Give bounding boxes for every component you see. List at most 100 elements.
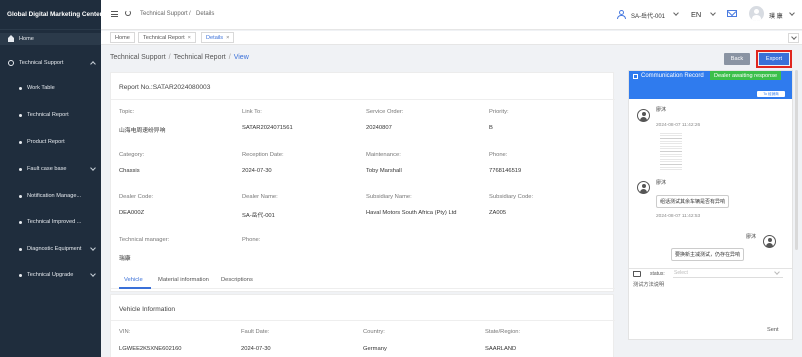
tab-technical-report[interactable]: Technical Report × [138, 32, 196, 43]
report-number: Report No.:SATAR2024080003 [119, 84, 211, 91]
field-label-maintenance: Maintenance: [366, 152, 401, 158]
avatar [637, 181, 650, 194]
chevron-down-icon[interactable] [710, 10, 716, 16]
field-label-fault-date: Fault Date: [241, 329, 270, 335]
close-icon[interactable]: × [226, 35, 229, 41]
menu-toggle-icon[interactable] [111, 11, 118, 17]
field-value-fault-date: 2024-07-30 [241, 346, 271, 352]
field-label-state-region: State/Region: [485, 329, 521, 335]
avatar [763, 235, 776, 248]
sidebar-item-technical-upgrade[interactable]: Technical Upgrade [0, 269, 101, 281]
chevron-down-icon[interactable] [789, 10, 795, 16]
sidebar: Global Digital Marketing Center Home Tec… [0, 0, 102, 357]
subtab-vehicle[interactable]: Vehicle [124, 277, 143, 283]
field-value-country: Germany [363, 346, 387, 352]
sidebar-item-label: Technical Upgrade [27, 272, 74, 278]
chevron-down-icon[interactable] [673, 10, 679, 16]
field-value-technical-manager: 瑞康 [119, 256, 131, 262]
folder-icon[interactable] [633, 271, 641, 277]
field-value-subsidiary-code: ZA005 [489, 210, 507, 216]
report-card: Report No.:SATAR2024080003 Topic: 山海电周速纷… [110, 72, 615, 292]
language-select[interactable]: EN [691, 10, 701, 19]
field-value-topic: 山海电周速纷异响 [119, 128, 166, 134]
document-attachment-thumbnail[interactable] [660, 131, 682, 171]
export-button[interactable]: Export [759, 53, 789, 65]
sidebar-item-label: Technical Support [19, 60, 64, 66]
field-label-reception-date: Reception Date: [242, 152, 284, 158]
divider [111, 99, 615, 100]
chevron-up-icon [90, 61, 96, 67]
sidebar-item-label: Diagnostic Equipment [27, 246, 82, 252]
breadcrumb-technical-report[interactable]: Technical Report [174, 54, 226, 61]
field-value-dealer-name: SA-岳代-001 [242, 213, 275, 219]
username[interactable]: 璞 康 [769, 11, 783, 20]
breadcrumb-sep: / [228, 54, 231, 61]
breadcrumb-technical-support[interactable]: Technical Support [110, 54, 166, 61]
field-label-service-order: Service Order: [366, 109, 404, 115]
field-label-dealer-name: Dealer Name: [242, 194, 278, 200]
field-label-technical-manager: Technical manager: [119, 237, 170, 243]
field-label-manager-phone: Phone: [242, 237, 261, 243]
close-icon[interactable]: × [188, 35, 191, 41]
sidebar-item-technical-support[interactable]: Technical Support [0, 57, 101, 69]
user-code[interactable]: SA-岳代-001 [631, 11, 665, 20]
divider [111, 320, 615, 321]
message-bubble: 组话测试其余车辆是否有异响 [656, 195, 730, 208]
topbar-crumb-sep: / [189, 11, 191, 17]
field-label-country: Country: [363, 329, 385, 335]
sidebar-item-diagnostic-equipment[interactable]: Diagnostic Equipment [0, 243, 101, 255]
field-value-reception-date: 2024-07-30 [242, 168, 272, 174]
message-sender: 廖沐 [656, 180, 667, 186]
field-value-link-to[interactable]: SATAR2024071561 [242, 125, 293, 131]
sidebar-item-label: Product Report [27, 139, 65, 145]
message-time: 2024-08-07 11:42:26 [656, 123, 701, 128]
field-label-category: Category: [119, 152, 145, 158]
tab-details[interactable]: Details × [201, 32, 235, 43]
top-bar: Technical Support / Details SA-岳代-001 EN… [101, 0, 802, 30]
message-bubble: 要换新主减测试，仍存在异响 [671, 248, 745, 261]
expand-icon[interactable] [633, 74, 638, 79]
scrollbar[interactable] [795, 70, 798, 250]
message-input[interactable]: 测试方法说明 [633, 281, 788, 323]
send-button[interactable]: Sent [767, 327, 779, 333]
sidebar-item-work-table[interactable]: Work Table [0, 82, 101, 94]
breadcrumb: Technical Support / Technical Report / View [110, 54, 249, 61]
sidebar-item-technical-improved[interactable]: Technical Improved ... [0, 216, 101, 228]
subtab-descriptions[interactable]: Descriptions [221, 277, 253, 283]
status-select[interactable]: Select [673, 269, 783, 278]
field-label-subsidiary-code: Subsidiary Code: [489, 194, 534, 200]
vehicle-section-title: Vehicle Information [119, 306, 176, 313]
tab-home[interactable]: Home [110, 32, 135, 43]
refresh-icon[interactable] [125, 10, 131, 16]
sidebar-item-fault-case-base[interactable]: Fault case base [0, 163, 101, 175]
sidebar-item-product-report[interactable]: Product Report [0, 136, 101, 148]
sidebar-item-notification-manage[interactable]: Notification Manage... [0, 190, 101, 202]
field-label-topic: Topic: [119, 109, 135, 115]
field-label-priority: Priority: [489, 109, 509, 115]
bullet-icon [19, 194, 22, 198]
subtab-active-indicator [119, 287, 151, 289]
sidebar-item-technical-report[interactable]: Technical Report [0, 109, 101, 121]
message-sender: 廖沐 [746, 234, 757, 240]
subtab-material-information[interactable]: Material information [158, 277, 209, 283]
chevron-down-icon [90, 271, 96, 277]
sidebar-item-label: Fault case base [27, 166, 67, 172]
field-value-dealer-code: DEA000Z [119, 210, 145, 216]
export-highlight: Export [756, 50, 792, 68]
bullet-icon [19, 220, 22, 224]
avatar[interactable] [749, 6, 764, 21]
field-label-dealer-code: Dealer Code: [119, 194, 154, 200]
reply-to-dealer-button[interactable]: To 经销商 [757, 91, 785, 97]
app-title: Global Digital Marketing Center [0, 0, 102, 30]
mail-icon[interactable] [727, 10, 737, 17]
status-badge: Dealer awaiting response [710, 71, 782, 80]
bullet-icon [19, 167, 22, 171]
bullet-icon [19, 86, 22, 90]
avatar [637, 109, 650, 122]
breadcrumb-view: View [233, 54, 249, 61]
topbar-crumb-parent[interactable]: Technical Support [140, 11, 188, 17]
back-button[interactable]: Back [724, 53, 750, 65]
home-icon [8, 35, 14, 42]
chevron-down-icon[interactable] [788, 33, 799, 43]
sidebar-item-home[interactable]: Home [0, 33, 101, 45]
